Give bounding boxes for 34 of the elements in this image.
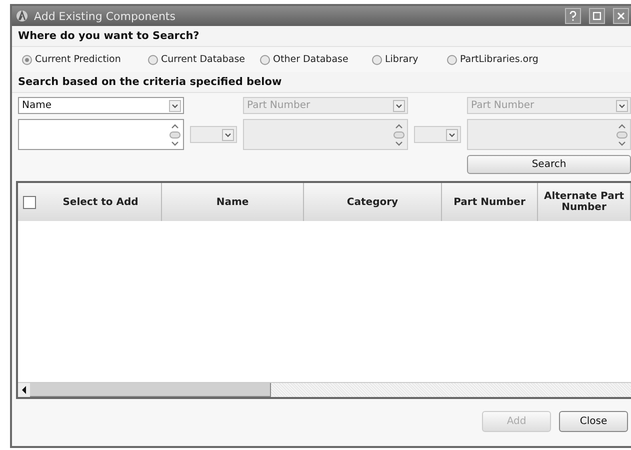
column-header[interactable]: Name xyxy=(162,183,304,221)
radio-label: Current Database xyxy=(161,54,246,65)
radio-button[interactable] xyxy=(372,54,382,64)
radio-button[interactable] xyxy=(148,54,158,64)
value-field[interactable] xyxy=(18,119,184,150)
radio-button[interactable] xyxy=(447,54,457,64)
scroll-left-icon[interactable] xyxy=(18,383,30,397)
close-icon[interactable] xyxy=(613,8,629,24)
radio-option[interactable]: Library xyxy=(372,54,447,65)
radio-option[interactable]: PartLibraries.org xyxy=(447,54,567,65)
radio-option[interactable]: Current Prediction xyxy=(22,54,148,65)
radio-button[interactable] xyxy=(22,54,32,64)
select-all-checkbox[interactable] xyxy=(23,196,36,208)
horizontal-scrollbar[interactable] xyxy=(18,382,631,397)
search-button[interactable]: Search xyxy=(467,155,631,174)
column-header[interactable]: Alternate Part Number xyxy=(538,183,631,221)
dialog-button[interactable]: Close xyxy=(559,411,628,432)
window-title: Add Existing Components xyxy=(34,10,176,22)
radio-option[interactable]: Current Database xyxy=(148,54,260,65)
maximize-icon[interactable] xyxy=(589,8,605,24)
help-icon[interactable] xyxy=(565,8,581,24)
radio-label: PartLibraries.org xyxy=(460,54,538,65)
radio-label: Library xyxy=(385,54,418,65)
radio-option[interactable]: Other Database xyxy=(260,54,372,65)
lambda-logo-icon xyxy=(16,10,28,22)
column-header[interactable]: Category xyxy=(304,183,442,221)
radio-button[interactable] xyxy=(260,54,270,64)
column-header[interactable]: Select to Add xyxy=(18,183,162,221)
column-header[interactable]: Part Number xyxy=(442,183,538,221)
dropdown-caret-icon[interactable] xyxy=(169,100,181,112)
radio-label: Other Database xyxy=(273,54,348,65)
radio-label: Current Prediction xyxy=(35,54,121,65)
scrollbar-thumb[interactable] xyxy=(30,383,271,397)
field-dropdown[interactable]: Name xyxy=(18,97,184,114)
